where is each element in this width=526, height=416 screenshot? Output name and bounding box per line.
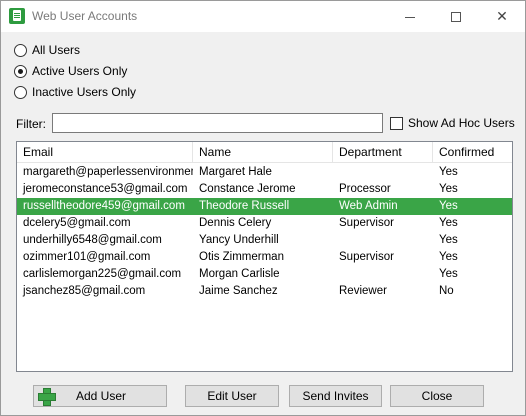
cell-email: russelltheodore459@gmail.com (23, 200, 185, 212)
show-adhoc-users-checkbox[interactable]: Show Ad Hoc Users (390, 116, 515, 130)
cell-confirmed: Yes (439, 183, 458, 195)
radio-circle[interactable] (14, 85, 27, 99)
radio-circle[interactable] (14, 64, 27, 78)
column-header-name[interactable]: Name (193, 142, 333, 163)
radio-label: Inactive Users Only (32, 85, 137, 99)
filter-label: Filter: (16, 117, 46, 131)
radio-inactive-users-only[interactable]: Inactive Users Only (14, 84, 136, 100)
cell-department (333, 266, 433, 283)
edit-user-button[interactable]: Edit User (185, 385, 279, 407)
filter-input[interactable] (52, 113, 383, 133)
cell-confirmed: Yes (439, 200, 458, 212)
cell-email: jsanchez85@gmail.com (23, 285, 146, 297)
checkbox-label: Show Ad Hoc Users (408, 116, 515, 130)
cell-confirmed: Yes (439, 166, 458, 178)
table-row[interactable]: carlislemorgan225@gmail.com Morgan Carli… (17, 266, 512, 283)
cell-name: Otis Zimmerman (199, 251, 284, 263)
cell-confirmed: Yes (439, 217, 458, 229)
table-row[interactable]: jeromeconstance53@gmail.com Constance Je… (17, 181, 512, 198)
minimize-icon (405, 16, 415, 18)
title-bar: Web User Accounts ✕ (1, 1, 525, 32)
close-window-button[interactable]: ✕ (479, 1, 525, 32)
cell-department (333, 164, 433, 181)
cell-confirmed: Yes (439, 251, 458, 263)
radio-circle[interactable] (14, 43, 27, 57)
cell-email: dcelery5@gmail.com (23, 217, 131, 229)
cell-name: Theodore Russell (199, 200, 290, 212)
close-button[interactable]: Close (390, 385, 484, 407)
web-user-accounts-window: Web User Accounts ✕ All Users Active Use… (0, 0, 526, 416)
cell-email: ozimmer101@gmail.com (23, 251, 151, 263)
cell-name: Yancy Underhill (199, 234, 279, 246)
radio-label: All Users (32, 43, 81, 57)
cell-email: jeromeconstance53@gmail.com (23, 183, 188, 195)
radio-active-users-only[interactable]: Active Users Only (14, 63, 127, 79)
cell-name: Jaime Sanchez (199, 285, 278, 297)
column-header-department[interactable]: Department (333, 142, 433, 163)
radio-all-users[interactable]: All Users (14, 42, 80, 58)
cell-email: underhilly6548@gmail.com (23, 234, 162, 246)
column-header-email[interactable]: Email (17, 142, 193, 163)
cell-department: Web Admin (339, 200, 398, 212)
table-row[interactable]: jsanchez85@gmail.com Jaime Sanchez Revie… (17, 283, 512, 300)
app-document-icon (9, 8, 25, 24)
users-table[interactable]: Email Name Department Confirmed margaret… (16, 141, 513, 372)
cell-email: carlislemorgan225@gmail.com (23, 268, 182, 280)
cell-department: Reviewer (339, 285, 387, 297)
table-row-selected[interactable]: russelltheodore459@gmail.com Theodore Ru… (17, 198, 512, 215)
minimize-button[interactable] (387, 1, 433, 32)
window-title: Web User Accounts (32, 9, 138, 23)
table-row[interactable]: underhilly6548@gmail.com Yancy Underhill… (17, 232, 512, 249)
column-header-confirmed[interactable]: Confirmed (433, 142, 512, 163)
cell-name: Morgan Carlisle (199, 268, 280, 280)
cell-name: Margaret Hale (199, 166, 272, 178)
cell-department: Supervisor (339, 217, 394, 229)
cell-confirmed: Yes (439, 268, 458, 280)
cell-department (333, 232, 433, 249)
cell-confirmed: No (439, 285, 454, 297)
cell-confirmed: Yes (439, 234, 458, 246)
maximize-button[interactable] (433, 1, 479, 32)
checkbox-box[interactable] (390, 116, 403, 130)
radio-label: Active Users Only (32, 64, 128, 78)
table-row[interactable]: dcelery5@gmail.com Dennis Celery Supervi… (17, 215, 512, 232)
cell-email: margareth@paperlessenvironmen... (23, 166, 193, 178)
cell-name: Dennis Celery (199, 217, 272, 229)
cell-department: Processor (339, 183, 391, 195)
add-user-button[interactable]: Add User (33, 385, 167, 407)
table-row[interactable]: margareth@paperlessenvironmen... Margare… (17, 164, 512, 181)
add-user-label: Add User (75, 389, 127, 403)
close-icon: ✕ (496, 8, 508, 24)
cell-name: Constance Jerome (199, 183, 296, 195)
maximize-icon (451, 12, 461, 23)
cell-department: Supervisor (339, 251, 394, 263)
table-row[interactable]: ozimmer101@gmail.com Otis Zimmerman Supe… (17, 249, 512, 266)
table-header: Email Name Department Confirmed (17, 142, 512, 163)
send-invites-button[interactable]: Send Invites (289, 385, 382, 407)
